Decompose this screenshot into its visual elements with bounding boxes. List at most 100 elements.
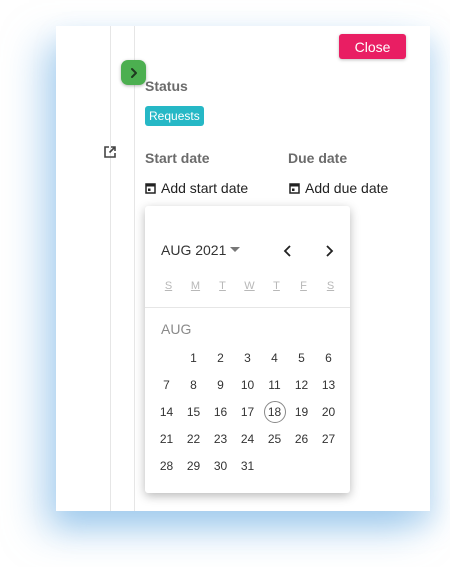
day-number: 9 — [217, 377, 224, 392]
day-cell[interactable]: 14 — [153, 398, 180, 425]
day-cell[interactable]: 10 — [234, 371, 261, 398]
day-number: 6 — [325, 350, 332, 365]
day-number: 30 — [213, 458, 228, 473]
day-cell[interactable]: 24 — [234, 425, 261, 452]
day-cell[interactable]: 2 — [207, 344, 234, 371]
add-due-date-label: Add due date — [305, 180, 389, 196]
weekday-label: S — [164, 280, 173, 292]
chevron-right-icon — [130, 67, 137, 78]
day-cell[interactable]: 9 — [207, 371, 234, 398]
chevron-right-icon — [326, 245, 334, 257]
chevron-left-icon — [283, 245, 291, 257]
task-panel: Close Status Requests Start date Due dat… — [56, 26, 430, 511]
day-number: 28 — [159, 458, 174, 473]
day-number: 7 — [163, 377, 170, 392]
day-number: 15 — [186, 404, 201, 419]
day-cell[interactable]: 22 — [180, 425, 207, 452]
day-cell[interactable]: 3 — [234, 344, 261, 371]
day-cell-today[interactable]: 18 — [261, 398, 288, 425]
day-cell[interactable]: 11 — [261, 371, 288, 398]
add-start-date-label: Add start date — [161, 180, 249, 196]
day-number: 14 — [159, 404, 174, 419]
day-number: 21 — [159, 431, 174, 446]
external-link-button[interactable] — [103, 145, 117, 164]
day-number: 17 — [240, 404, 255, 419]
day-cell[interactable]: 28 — [153, 452, 180, 479]
weekday-label: W — [244, 280, 255, 292]
day-cell[interactable]: 19 — [288, 398, 315, 425]
day-cell[interactable]: 7 — [153, 371, 180, 398]
day-cell[interactable]: 25 — [261, 425, 288, 452]
status-chip[interactable]: Requests — [145, 106, 204, 126]
day-grid: 1 2 3 4 5 6 7 8 9 10 11 12 13 14 15 16 17 18 19 20 21 22 23 24 2… — [153, 344, 342, 479]
day-cell[interactable]: 6 — [315, 344, 342, 371]
day-number: 11 — [268, 377, 281, 392]
calendar-icon — [289, 183, 300, 194]
day-number: 27 — [321, 431, 336, 446]
day-cell[interactable]: 17 — [234, 398, 261, 425]
day-cell[interactable]: 21 — [153, 425, 180, 452]
weekday-label: T — [273, 280, 280, 292]
day-number: 29 — [186, 458, 201, 473]
day-number: 3 — [244, 350, 251, 365]
weekday-header: SMTWTFS — [153, 280, 346, 292]
status-label: Status — [145, 78, 188, 94]
weekday-label: S — [326, 280, 335, 292]
day-cell[interactable]: 27 — [315, 425, 342, 452]
picker-divider — [145, 307, 350, 308]
day-cell[interactable]: 1 — [180, 344, 207, 371]
day-cell[interactable]: 20 — [315, 398, 342, 425]
day-number: 23 — [213, 431, 228, 446]
weekday-label: F — [300, 280, 307, 292]
day-cell[interactable]: 23 — [207, 425, 234, 452]
calendar-icon — [145, 183, 156, 194]
previous-month-button[interactable] — [277, 240, 299, 262]
day-number: 20 — [321, 404, 336, 419]
month-caption: AUG — [161, 321, 192, 337]
day-cell[interactable]: 15 — [180, 398, 207, 425]
weekday-label: M — [190, 280, 201, 292]
content-line — [134, 26, 135, 511]
day-number: 19 — [294, 404, 309, 419]
month-year-label: AUG 2021 — [161, 242, 227, 258]
day-number: 25 — [267, 431, 282, 446]
next-month-button[interactable] — [318, 240, 340, 262]
day-number: 24 — [240, 431, 255, 446]
day-cell[interactable]: 12 — [288, 371, 315, 398]
day-cell[interactable]: 26 — [288, 425, 315, 452]
empty-day-cell — [153, 344, 180, 371]
day-number: 18 — [263, 400, 286, 423]
gutter-line — [110, 26, 111, 511]
day-cell[interactable]: 31 — [234, 452, 261, 479]
day-number: 10 — [240, 377, 255, 392]
external-link-icon — [104, 146, 116, 158]
day-cell[interactable]: 5 — [288, 344, 315, 371]
day-cell[interactable]: 30 — [207, 452, 234, 479]
day-number: 13 — [321, 377, 336, 392]
expand-button[interactable] — [121, 60, 146, 85]
day-cell[interactable]: 8 — [180, 371, 207, 398]
add-start-date-button[interactable]: Add start date — [145, 180, 248, 196]
day-number: 22 — [186, 431, 201, 446]
day-number: 2 — [217, 350, 224, 365]
day-cell[interactable]: 16 — [207, 398, 234, 425]
month-year-toggle[interactable]: AUG 2021 — [161, 242, 241, 258]
day-number: 31 — [240, 458, 255, 473]
caret-down-icon — [230, 247, 241, 252]
start-date-label: Start date — [145, 150, 210, 166]
day-number: 26 — [294, 431, 309, 446]
due-date-label: Due date — [288, 150, 348, 166]
day-number: 16 — [213, 404, 228, 419]
day-number: 4 — [271, 350, 278, 365]
day-cell[interactable]: 13 — [315, 371, 342, 398]
add-due-date-button[interactable]: Add due date — [289, 180, 388, 196]
day-cell[interactable]: 29 — [180, 452, 207, 479]
day-number: 8 — [190, 377, 197, 392]
day-number: 1 — [190, 350, 197, 365]
day-cell[interactable]: 4 — [261, 344, 288, 371]
day-number: 5 — [298, 350, 305, 365]
weekday-label: T — [219, 280, 226, 292]
day-number: 12 — [294, 377, 309, 392]
close-button[interactable]: Close — [339, 34, 406, 59]
date-picker: AUG 2021 SMTWTFS AUG 1 2 3 4 5 6 7 8 9 10 11 12 13 14… — [145, 206, 350, 493]
